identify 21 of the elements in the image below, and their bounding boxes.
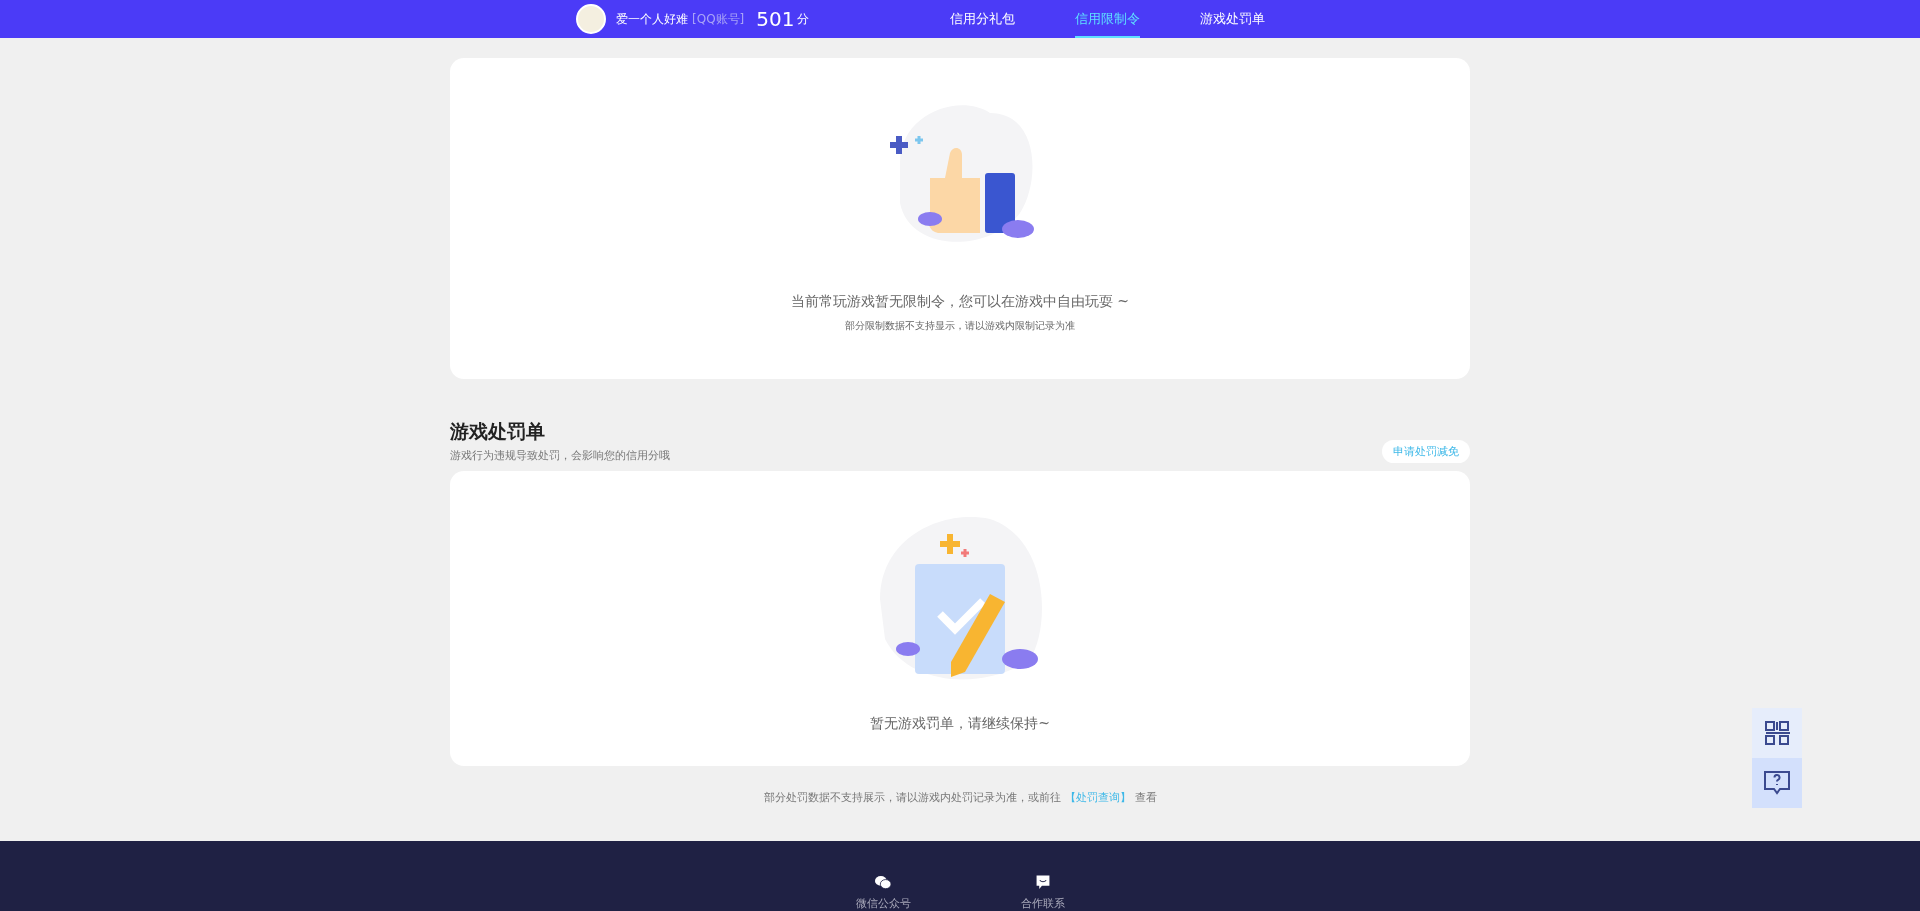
account-tag: [QQ账号] bbox=[692, 10, 745, 28]
section-title: 游戏处罚单 bbox=[450, 419, 546, 444]
footer-link[interactable]: 合作联系 bbox=[1020, 896, 1065, 911]
footnote-suffix: 查看 bbox=[1134, 790, 1157, 805]
empty-message: 当前常玩游戏暂无限制令，您可以在游戏中自由玩耍 ~ bbox=[790, 293, 1130, 311]
section-subtitle: 游戏行为违规导致处罚，会影响您的信用分哦 bbox=[450, 448, 670, 463]
nav-tab[interactable]: 游戏处罚单 bbox=[1200, 0, 1265, 38]
data-note: 部分限制数据不支持显示，请以游戏内限制记录为准 bbox=[845, 319, 1075, 333]
empty-message: 暂无游戏罚单，请继续保持~ bbox=[870, 715, 1050, 733]
score-unit: 分 bbox=[797, 10, 810, 28]
nav-tab[interactable]: 信用分礼包 bbox=[950, 0, 1015, 38]
footnote-text: 部分处罚数据不支持展示，请以游戏内处罚记录为准，或前往 bbox=[763, 790, 1061, 805]
user-name: 爱一个人好难 bbox=[616, 10, 688, 28]
help-chat-icon bbox=[1763, 769, 1791, 797]
nav-tab[interactable]: 信用限制令 bbox=[1075, 0, 1140, 38]
help-button[interactable] bbox=[1752, 758, 1802, 808]
avatar bbox=[576, 4, 606, 34]
qr-code-icon bbox=[1764, 720, 1790, 746]
credit-score: 501 bbox=[756, 7, 795, 31]
footer-link[interactable]: 微信公众号 bbox=[855, 896, 911, 911]
qr-code-button[interactable] bbox=[1752, 708, 1802, 758]
